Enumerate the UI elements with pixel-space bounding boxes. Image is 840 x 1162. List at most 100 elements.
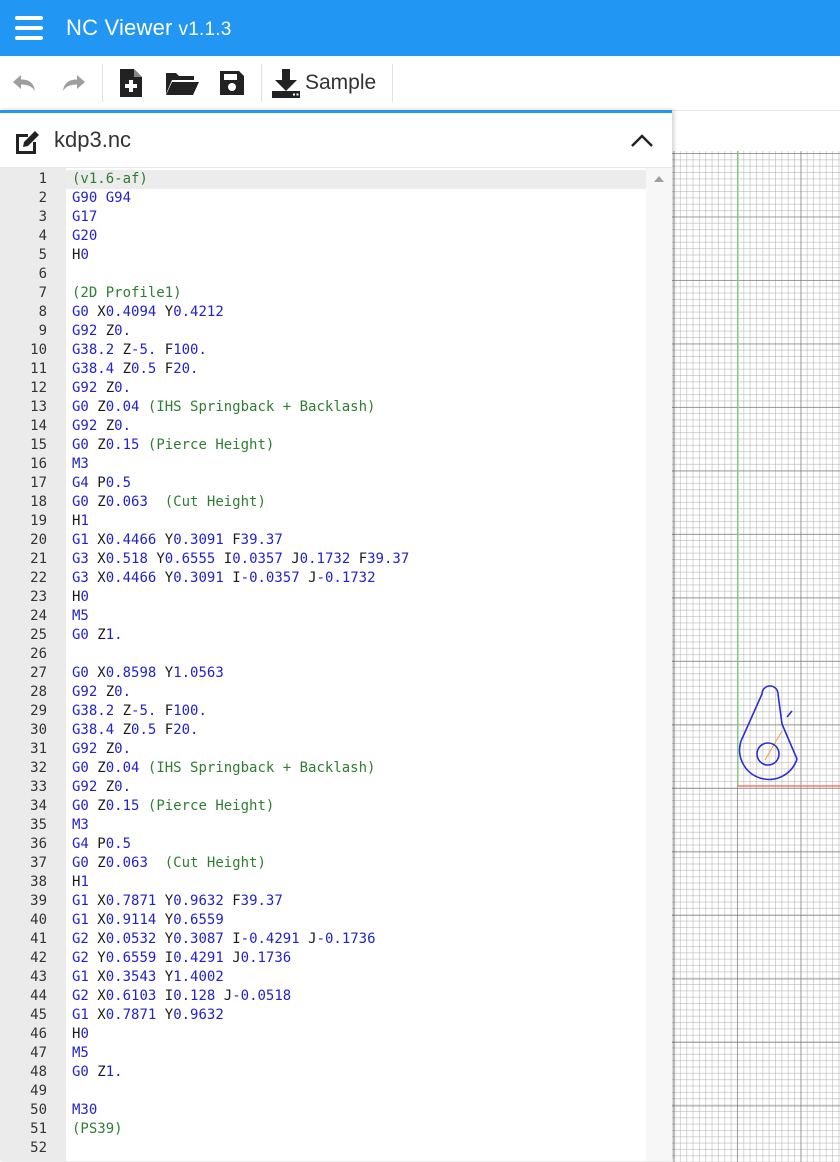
toolpath-plot[interactable] bbox=[672, 111, 840, 1162]
sample-button[interactable]: Sample bbox=[270, 56, 385, 110]
scroll-up-arrow-icon[interactable] bbox=[654, 176, 664, 182]
save-button[interactable] bbox=[212, 56, 252, 110]
code-line[interactable]: 13 G0 Z0.04 (IHS Springback + Backlash) bbox=[0, 398, 646, 417]
line-number: 49 bbox=[30, 1083, 47, 1099]
code-line[interactable]: 41 G2 X0.0532 Y0.3087 I-0.4291 J-0.1736 bbox=[0, 930, 646, 949]
line-number: 28 bbox=[30, 684, 47, 700]
code-line[interactable]: 42 G2 Y0.6559 I0.4291 J0.1736 bbox=[0, 949, 646, 968]
code-line[interactable]: 6 bbox=[0, 265, 646, 284]
code-line[interactable]: 5 H0 bbox=[0, 246, 646, 265]
code-line[interactable]: 43 G1 X0.3543 Y1.4002 bbox=[0, 968, 646, 987]
code-line[interactable]: 35 M3 bbox=[0, 816, 646, 835]
code-line[interactable]: 3 G17 bbox=[0, 208, 646, 227]
line-number: 31 bbox=[30, 741, 47, 757]
code-line[interactable]: 7 (2D Profile1) bbox=[0, 284, 646, 303]
line-text: G2 Y0.6559 I0.4291 J0.1736 bbox=[72, 950, 292, 966]
code-line[interactable]: 26 bbox=[0, 645, 646, 664]
line-number: 9 bbox=[38, 323, 47, 339]
code-line[interactable]: 31 G92 Z0. bbox=[0, 740, 646, 759]
line-number: 23 bbox=[30, 589, 47, 605]
code-line[interactable]: 49 bbox=[0, 1082, 646, 1101]
code-line[interactable]: 24 M5 bbox=[0, 607, 646, 626]
code-line[interactable]: 33 G92 Z0. bbox=[0, 778, 646, 797]
code-line[interactable]: 50 M30 bbox=[0, 1101, 646, 1120]
code-line[interactable]: 10 G38.2 Z-5. F100. bbox=[0, 341, 646, 360]
code-line[interactable]: 45 G1 X0.7871 Y0.9632 bbox=[0, 1006, 646, 1025]
chevron-up-icon[interactable] bbox=[630, 129, 654, 153]
line-number: 1 bbox=[38, 171, 47, 187]
new-file-button[interactable] bbox=[112, 56, 150, 110]
line-text: G0 Z0.15 (Pierce Height) bbox=[72, 798, 275, 814]
line-text: G3 X0.4466 Y0.3091 I-0.0357 J-0.1732 bbox=[72, 570, 376, 586]
line-number: 14 bbox=[30, 418, 47, 434]
menu-icon[interactable] bbox=[15, 16, 43, 40]
line-number: 50 bbox=[30, 1102, 47, 1118]
line-text: G4 P0.5 bbox=[72, 475, 132, 491]
code-line[interactable]: 40 G1 X0.9114 Y0.6559 bbox=[0, 911, 646, 930]
line-text: G2 X0.0532 Y0.3087 I-0.4291 J-0.1736 bbox=[72, 931, 376, 947]
editor-scrollbar[interactable] bbox=[646, 168, 672, 1161]
code-line[interactable]: 36 G4 P0.5 bbox=[0, 835, 646, 854]
line-number: 34 bbox=[30, 798, 47, 814]
code-line[interactable]: 23 H0 bbox=[0, 588, 646, 607]
code-line[interactable]: 14 G92 Z0. bbox=[0, 417, 646, 436]
code-line[interactable]: 34 G0 Z0.15 (Pierce Height) bbox=[0, 797, 646, 816]
code-line[interactable]: 21 G3 X0.518 Y0.6555 I0.0357 J0.1732 F39.… bbox=[0, 550, 646, 569]
line-text: G1 X0.7871 Y0.9632 bbox=[72, 1007, 224, 1023]
folder-open-icon bbox=[166, 73, 199, 95]
edit-icon[interactable] bbox=[13, 128, 41, 156]
line-number: 2 bbox=[38, 190, 47, 206]
code-line[interactable]: 16 M3 bbox=[0, 455, 646, 474]
download-icon bbox=[272, 69, 300, 98]
line-text: G92 Z0. bbox=[72, 323, 132, 339]
code-line[interactable]: 18 G0 Z0.063 (Cut Height) bbox=[0, 493, 646, 512]
code-line[interactable]: 1 (v1.6-af) bbox=[0, 170, 652, 189]
line-text: G90 G94 bbox=[72, 190, 132, 206]
code-line[interactable]: 4 G20 bbox=[0, 227, 646, 246]
file-name: kdp3.nc bbox=[54, 127, 132, 152]
code-line[interactable]: 15 G0 Z0.15 (Pierce Height) bbox=[0, 436, 646, 455]
sample-label: Sample bbox=[305, 71, 377, 94]
code-line[interactable]: 32 G0 Z0.04 (IHS Springback + Backlash) bbox=[0, 759, 646, 778]
code-line[interactable]: 44 G2 X0.6103 I0.128 J-0.0518 bbox=[0, 987, 646, 1006]
code-line[interactable]: 39 G1 X0.7871 Y0.9632 F39.37 bbox=[0, 892, 646, 911]
line-text: G0 Z1. bbox=[72, 627, 123, 643]
code-line[interactable]: 46 H0 bbox=[0, 1025, 646, 1044]
code-line[interactable]: 30 G38.4 Z0.5 F20. bbox=[0, 721, 646, 740]
code-line[interactable]: 19 H1 bbox=[0, 512, 646, 531]
line-number: 21 bbox=[30, 551, 47, 567]
line-text bbox=[66, 1139, 652, 1158]
line-number: 17 bbox=[30, 475, 47, 491]
code-line[interactable]: 20 G1 X0.4466 Y0.3091 F39.37 bbox=[0, 531, 646, 550]
line-text: G92 Z0. bbox=[72, 380, 132, 396]
code-line[interactable]: 17 G4 P0.5 bbox=[0, 474, 646, 493]
code-line[interactable]: 12 G92 Z0. bbox=[0, 379, 646, 398]
code-line[interactable]: 11 G38.4 Z0.5 F20. bbox=[0, 360, 646, 379]
code-line[interactable]: 52 bbox=[0, 1139, 646, 1158]
code-line[interactable]: 2 G90 G94 bbox=[0, 189, 646, 208]
code-line[interactable]: 38 H1 bbox=[0, 873, 646, 892]
code-line[interactable]: 28 G92 Z0. bbox=[0, 683, 646, 702]
open-file-button[interactable] bbox=[160, 56, 204, 110]
toolbar: Sample bbox=[0, 56, 840, 110]
line-number: 24 bbox=[30, 608, 47, 624]
code-line[interactable]: 51 (PS39) bbox=[0, 1120, 646, 1139]
code-line[interactable]: 27 G0 X0.8598 Y1.0563 bbox=[0, 664, 646, 683]
line-number: 46 bbox=[30, 1026, 47, 1042]
line-number: 32 bbox=[30, 760, 47, 776]
code-line[interactable]: 22 G3 X0.4466 Y0.3091 I-0.0357 J-0.1732 bbox=[0, 569, 646, 588]
undo-button[interactable] bbox=[4, 56, 44, 110]
code-line[interactable]: 37 G0 Z0.063 (Cut Height) bbox=[0, 854, 646, 873]
code-line[interactable]: 29 G38.2 Z-5. F100. bbox=[0, 702, 646, 721]
code-line[interactable]: 47 M5 bbox=[0, 1044, 646, 1063]
redo-button[interactable] bbox=[54, 56, 94, 110]
line-number: 3 bbox=[38, 209, 47, 225]
code-line[interactable]: 8 G0 X0.4094 Y0.4212 bbox=[0, 303, 646, 322]
toolpath-viewport[interactable] bbox=[672, 110, 840, 1162]
code-line[interactable]: 48 G0 Z1. bbox=[0, 1063, 646, 1082]
code-line[interactable]: 9 G92 Z0. bbox=[0, 322, 646, 341]
code-line[interactable]: 25 G0 Z1. bbox=[0, 626, 646, 645]
line-number: 40 bbox=[30, 912, 47, 928]
app-title-bar: NC Viewer v1.1.3 bbox=[0, 0, 840, 56]
code-editor[interactable]: 1 (v1.6-af) 2 G90 G94 3 G17 4 G20 5 H0 6 7 (2D Profi… bbox=[0, 168, 672, 1161]
